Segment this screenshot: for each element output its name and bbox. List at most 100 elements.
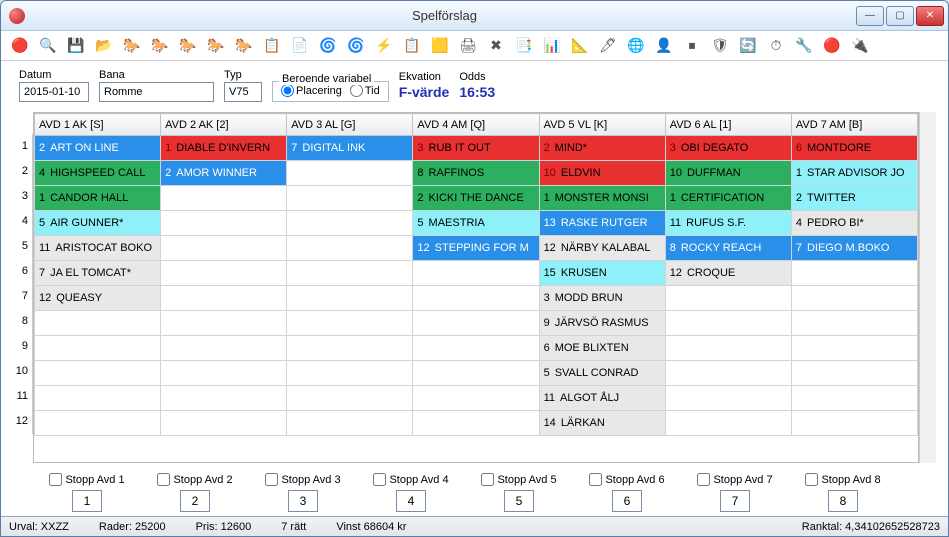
stop-checkbox-2[interactable]: Stopp Avd 2 xyxy=(157,473,232,486)
grid-cell[interactable] xyxy=(665,411,791,436)
grid-cell[interactable] xyxy=(287,236,413,261)
grid-cell[interactable] xyxy=(665,361,791,386)
column-header[interactable]: AVD 1 AK [S] xyxy=(35,114,161,136)
grid-cell[interactable] xyxy=(287,186,413,211)
toolbar-button-3[interactable]: 📂 xyxy=(95,37,113,55)
grid-cell[interactable] xyxy=(287,261,413,286)
stop-checkbox-1[interactable]: Stopp Avd 1 xyxy=(49,473,124,486)
stop-button-7[interactable]: 7 xyxy=(720,490,750,512)
column-header[interactable]: AVD 7 AM [B] xyxy=(791,114,917,136)
grid-cell[interactable] xyxy=(665,311,791,336)
toolbar-button-22[interactable]: 🌐 xyxy=(627,37,645,55)
stop-button-1[interactable]: 1 xyxy=(72,490,102,512)
grid-cell[interactable]: 15KRUSEN xyxy=(539,261,665,286)
grid-cell[interactable]: 1CERTIFICATION xyxy=(665,186,791,211)
toolbar-button-17[interactable]: ✖ xyxy=(487,37,505,55)
grid-cell[interactable]: 6MONTDORE xyxy=(791,136,917,161)
grid-cell[interactable]: 10ELDVIN xyxy=(539,161,665,186)
grid-cell[interactable] xyxy=(413,311,539,336)
toolbar-button-2[interactable]: 💾 xyxy=(67,37,85,55)
grid-cell[interactable]: 8ROCKY REACH xyxy=(665,236,791,261)
stop-checkbox-8[interactable]: Stopp Avd 8 xyxy=(805,473,880,486)
toolbar-button-9[interactable]: 📋 xyxy=(263,37,281,55)
grid-cell[interactable]: 3OBI DEGATO xyxy=(665,136,791,161)
toolbar-button-19[interactable]: 📊 xyxy=(543,37,561,55)
toolbar-button-24[interactable]: ⏹ xyxy=(683,37,701,55)
grid-cell[interactable]: 12CROQUE xyxy=(665,261,791,286)
grid-cell[interactable]: 5SVALL CONRAD xyxy=(539,361,665,386)
toolbar-button-29[interactable]: 🔴 xyxy=(823,37,841,55)
grid-cell[interactable] xyxy=(287,411,413,436)
grid-cell[interactable]: 12STEPPING FOR M xyxy=(413,236,539,261)
toolbar-button-13[interactable]: ⚡ xyxy=(375,37,393,55)
grid-cell[interactable] xyxy=(287,286,413,311)
grid-cell[interactable] xyxy=(161,211,287,236)
datum-input[interactable] xyxy=(19,82,89,102)
vertical-scrollbar[interactable] xyxy=(919,112,936,463)
grid-cell[interactable]: 12QUEASY xyxy=(35,286,161,311)
toolbar-button-25[interactable]: 🛡 xyxy=(711,37,729,55)
grid-cell[interactable] xyxy=(413,261,539,286)
grid-cell[interactable]: 1MONSTER MONSI xyxy=(539,186,665,211)
grid-cell[interactable]: 1STAR ADVISOR JO xyxy=(791,161,917,186)
maximize-button[interactable]: ▢ xyxy=(886,6,914,26)
grid-cell[interactable]: 1DIABLE D'INVERN xyxy=(161,136,287,161)
grid-cell[interactable] xyxy=(161,286,287,311)
grid-cell[interactable] xyxy=(35,336,161,361)
toolbar-button-10[interactable]: 📄 xyxy=(291,37,309,55)
toolbar-button-0[interactable]: 🔴 xyxy=(11,37,29,55)
stop-checkbox-3[interactable]: Stopp Avd 3 xyxy=(265,473,340,486)
grid-cell[interactable] xyxy=(161,411,287,436)
grid-cell[interactable]: 5MAESTRIA xyxy=(413,211,539,236)
grid-cell[interactable]: 4PEDRO BI* xyxy=(791,211,917,236)
grid-cell[interactable] xyxy=(287,336,413,361)
grid-cell[interactable]: 8RAFFINOS xyxy=(413,161,539,186)
grid-cell[interactable]: 9JÄRVSÖ RASMUS xyxy=(539,311,665,336)
toolbar-button-20[interactable]: 📐 xyxy=(571,37,589,55)
toolbar-button-4[interactable]: 🐎 xyxy=(123,37,141,55)
grid-cell[interactable]: 2AMOR WINNER xyxy=(161,161,287,186)
toolbar-button-14[interactable]: 📋 xyxy=(403,37,421,55)
grid-cell[interactable] xyxy=(791,311,917,336)
grid-cell[interactable] xyxy=(35,386,161,411)
stop-button-6[interactable]: 6 xyxy=(612,490,642,512)
grid-cell[interactable] xyxy=(413,386,539,411)
toolbar-button-11[interactable]: 🌀 xyxy=(319,37,337,55)
grid-cell[interactable]: 2ART ON LINE xyxy=(35,136,161,161)
grid-cell[interactable] xyxy=(791,361,917,386)
grid-cell[interactable]: 13RASKE RUTGER xyxy=(539,211,665,236)
grid-cell[interactable]: 5AIR GUNNER* xyxy=(35,211,161,236)
toolbar-button-5[interactable]: 🐎 xyxy=(151,37,169,55)
grid-cell[interactable] xyxy=(791,411,917,436)
grid-cell[interactable] xyxy=(287,161,413,186)
grid-cell[interactable]: 7DIGITAL INK xyxy=(287,136,413,161)
radio-placering[interactable]: Placering xyxy=(281,84,342,97)
grid-cell[interactable]: 2KICKI THE DANCE xyxy=(413,186,539,211)
stop-button-2[interactable]: 2 xyxy=(180,490,210,512)
stop-button-4[interactable]: 4 xyxy=(396,490,426,512)
grid-cell[interactable]: 12NÄRBY KALABAL xyxy=(539,236,665,261)
grid-cell[interactable]: 2TWITTER xyxy=(791,186,917,211)
grid-cell[interactable] xyxy=(35,411,161,436)
grid-cell[interactable] xyxy=(287,361,413,386)
grid-cell[interactable]: 7JA EL TOMCAT* xyxy=(35,261,161,286)
stop-checkbox-6[interactable]: Stopp Avd 6 xyxy=(589,473,664,486)
toolbar-button-16[interactable]: 🖨 xyxy=(459,37,477,55)
stop-checkbox-7[interactable]: Stopp Avd 7 xyxy=(697,473,772,486)
toolbar-button-30[interactable]: 🔌 xyxy=(851,37,869,55)
grid-cell[interactable] xyxy=(791,336,917,361)
grid-cell[interactable]: 3MODD BRUN xyxy=(539,286,665,311)
grid-cell[interactable]: 2MIND* xyxy=(539,136,665,161)
toolbar-button-8[interactable]: 🐎 xyxy=(235,37,253,55)
data-grid[interactable]: AVD 1 AK [S]AVD 2 AK [2]AVD 3 AL [G]AVD … xyxy=(33,112,919,463)
toolbar-button-23[interactable]: 👤 xyxy=(655,37,673,55)
grid-cell[interactable] xyxy=(665,386,791,411)
column-header[interactable]: AVD 2 AK [2] xyxy=(161,114,287,136)
toolbar-button-15[interactable]: 🟨 xyxy=(431,37,449,55)
grid-cell[interactable] xyxy=(161,336,287,361)
grid-cell[interactable] xyxy=(413,336,539,361)
grid-cell[interactable] xyxy=(665,336,791,361)
grid-cell[interactable] xyxy=(413,411,539,436)
grid-cell[interactable]: 6MOE BLIXTEN xyxy=(539,336,665,361)
column-header[interactable]: AVD 6 AL [1] xyxy=(665,114,791,136)
